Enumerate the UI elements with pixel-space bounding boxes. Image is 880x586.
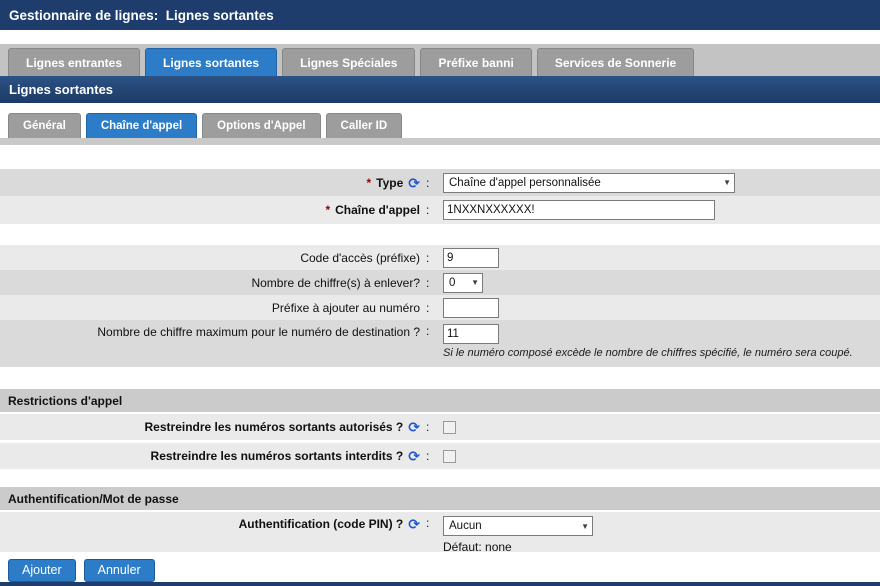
bottom-bar [0, 582, 880, 586]
section-title: Lignes sortantes [9, 82, 114, 97]
subtab-caller-id[interactable]: Caller ID [325, 113, 403, 138]
auth-pin-select-value: Aucun [449, 520, 482, 532]
action-buttons-row: Ajouter Annuler [0, 558, 880, 582]
restrict-forbidden-row: Restreindre les numéros sortants interdi… [0, 443, 880, 469]
refresh-icon[interactable]: ⟳ [408, 449, 420, 463]
dial-string-label: Chaîne d'appel [335, 203, 420, 217]
subtab-general[interactable]: Général [8, 113, 81, 138]
type-label: Type [376, 175, 404, 190]
dropdown-arrow-icon: ▼ [723, 178, 731, 187]
restrict-allowed-label-cell: Restreindre les numéros sortants autoris… [0, 420, 420, 434]
access-code-input[interactable] [443, 247, 499, 268]
restrict-forbidden-checkbox[interactable] [443, 449, 456, 463]
restrictions-section-title: Restrictions d'appel [8, 393, 123, 408]
max-digits-label-cell: Nombre de chiffre maximum pour le numéro… [0, 324, 420, 339]
sub-tab-bar: Général Chaîne d'appel Options d'Appel C… [0, 112, 880, 138]
main-tab-bar: Lignes entrantes Lignes sortantes Lignes… [0, 44, 880, 76]
tab-lignes-sortantes[interactable]: Lignes sortantes [145, 48, 278, 76]
prefix-to-add-label: Préfixe à ajouter au numéro [271, 300, 420, 315]
tab-lignes-speciales[interactable]: Lignes Spéciales [282, 48, 416, 76]
sub-tab-divider [0, 138, 880, 145]
tab-prefixe-banni[interactable]: Préfixe banni [420, 48, 532, 76]
refresh-icon[interactable]: ⟳ [408, 517, 420, 531]
refresh-icon[interactable]: ⟳ [408, 176, 420, 190]
auth-pin-select[interactable]: Aucun ▼ [443, 516, 593, 536]
dial-string-row: * Chaîne d'appel : [0, 196, 880, 224]
auth-section-header: Authentification/Mot de passe [0, 487, 880, 510]
type-select[interactable]: Chaîne d'appel personnalisée ▼ [443, 172, 735, 193]
page-title: Gestionnaire de lignes: Lignes sortantes [9, 7, 274, 23]
subtab-chaine-dappel[interactable]: Chaîne d'appel [85, 113, 198, 138]
colon-separator: : [426, 516, 430, 530]
max-digits-label: Nombre de chiffre maximum pour le numéro… [97, 325, 420, 339]
section-header-bar: Lignes sortantes [0, 76, 880, 103]
digits-to-strip-label: Nombre de chiffre(s) à enlever? [251, 275, 420, 290]
access-code-label: Code d'accès (préfixe) [300, 250, 420, 265]
auth-section-title: Authentification/Mot de passe [8, 491, 179, 506]
app-title-bar: Gestionnaire de lignes: Lignes sortantes [0, 0, 880, 30]
type-select-value: Chaîne d'appel personnalisée [449, 176, 601, 189]
prefix-to-add-label-cell: Préfixe à ajouter au numéro [0, 301, 420, 315]
max-digits-note: Si le numéro composé excède le nombre de… [443, 347, 853, 359]
dropdown-arrow-icon: ▼ [471, 278, 479, 287]
colon-separator: : [426, 420, 430, 434]
colon-separator: : [426, 250, 430, 265]
colon-separator: : [426, 300, 430, 315]
type-label-cell: * Type ⟳ [0, 176, 420, 190]
max-digits-row: Nombre de chiffre maximum pour le numéro… [0, 320, 880, 367]
page: Gestionnaire de lignes: Lignes sortantes… [0, 0, 880, 586]
tab-lignes-entrantes[interactable]: Lignes entrantes [8, 48, 141, 76]
auth-pin-label-cell: Authentification (code PIN) ? ⟳ [0, 516, 420, 531]
digits-to-strip-select[interactable]: 0 ▼ [443, 272, 483, 293]
restrict-forbidden-label: Restreindre les numéros sortants interdi… [150, 449, 404, 463]
refresh-icon[interactable]: ⟳ [408, 420, 420, 434]
digits-to-strip-label-cell: Nombre de chiffre(s) à enlever? [0, 276, 420, 290]
colon-separator: : [426, 449, 430, 463]
digits-to-strip-row: Nombre de chiffre(s) à enlever? : 0 ▼ [0, 270, 880, 295]
required-asterisk: * [325, 203, 331, 217]
auth-pin-row: Authentification (code PIN) ? ⟳ : Aucun … [0, 512, 880, 554]
access-code-label-cell: Code d'accès (préfixe) [0, 251, 420, 265]
prefix-to-add-row: Préfixe à ajouter au numéro : [0, 295, 880, 320]
auth-pin-default-note: Défaut: none [443, 540, 512, 554]
digits-to-strip-value: 0 [449, 276, 456, 289]
colon-separator: : [426, 324, 430, 338]
auth-pin-label: Authentification (code PIN) ? [238, 517, 404, 531]
subtab-options-dappel[interactable]: Options d'Appel [202, 113, 321, 138]
restrict-forbidden-label-cell: Restreindre les numéros sortants interdi… [0, 449, 420, 463]
restrict-allowed-row: Restreindre les numéros sortants autoris… [0, 414, 880, 440]
dial-string-input[interactable] [443, 200, 715, 220]
ajouter-button[interactable]: Ajouter [8, 558, 76, 582]
annuler-button[interactable]: Annuler [83, 558, 155, 582]
colon-separator: : [426, 175, 430, 190]
dial-string-label-cell: * Chaîne d'appel [0, 203, 420, 217]
required-asterisk: * [366, 175, 372, 190]
colon-separator: : [426, 275, 430, 290]
tab-services-de-sonnerie[interactable]: Services de Sonnerie [536, 48, 695, 76]
restrict-allowed-label: Restreindre les numéros sortants autoris… [144, 420, 404, 434]
colon-separator: : [426, 203, 430, 217]
max-digits-input[interactable] [443, 324, 499, 344]
type-row: * Type ⟳ : Chaîne d'appel personnalisée … [0, 169, 880, 196]
dropdown-arrow-icon: ▼ [581, 521, 589, 531]
restrict-allowed-checkbox[interactable] [443, 420, 456, 434]
restrictions-section-header: Restrictions d'appel [0, 389, 880, 412]
prefix-to-add-input[interactable] [443, 297, 499, 318]
access-code-row: Code d'accès (préfixe) : [0, 245, 880, 270]
